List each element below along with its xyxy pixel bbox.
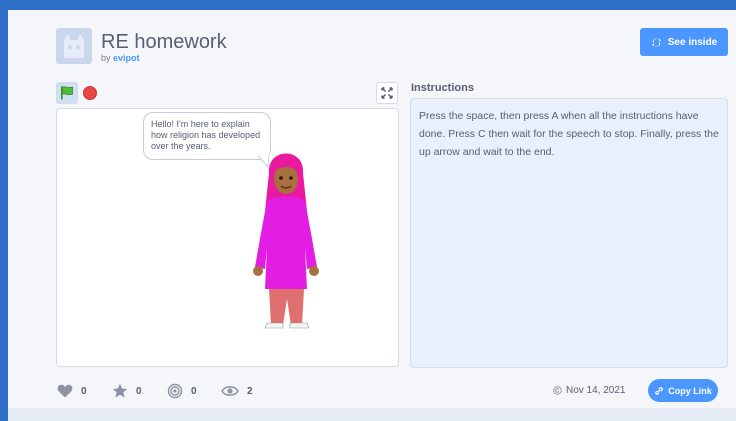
stop-button[interactable] xyxy=(83,86,97,100)
copy-link-button[interactable]: Copy Link xyxy=(648,379,718,402)
views-count: 2 xyxy=(247,385,253,397)
remix-count: 0 xyxy=(191,385,197,397)
window: RE homework by evipot See inside Hello! … xyxy=(0,0,736,421)
see-inside-label: See inside xyxy=(667,36,718,48)
copyright-icon xyxy=(553,386,562,395)
project-thumbnail-icon xyxy=(56,28,92,64)
love-stat[interactable]: 0 xyxy=(57,384,87,398)
remix-stat: 0 xyxy=(167,383,197,399)
remix-icon xyxy=(167,383,183,399)
fullscreen-button[interactable] xyxy=(376,82,398,104)
project-byline: by evipot xyxy=(101,53,140,63)
love-count: 0 xyxy=(81,385,87,397)
project-stage[interactable]: Hello! I'm here to explain how religion … xyxy=(56,108,399,367)
link-icon xyxy=(655,386,664,395)
date-text: Nov 14, 2021 xyxy=(566,385,626,396)
eye-icon xyxy=(221,386,239,396)
copy-link-label: Copy Link xyxy=(668,385,712,396)
green-flag-icon xyxy=(61,86,73,100)
window-left-border xyxy=(0,10,8,421)
favorite-stat[interactable]: 0 xyxy=(112,383,142,398)
instructions-text: Press the space, then press A when all t… xyxy=(410,98,728,368)
see-inside-icon xyxy=(651,37,661,47)
page-bottom-strip xyxy=(8,408,736,421)
favorite-count: 0 xyxy=(136,385,142,397)
window-top-border xyxy=(0,0,736,10)
fullscreen-icon xyxy=(381,87,393,99)
views-stat: 2 xyxy=(221,384,253,398)
author-link[interactable]: evipot xyxy=(113,53,140,63)
byline-prefix: by xyxy=(101,53,111,63)
project-date: Nov 14, 2021 xyxy=(553,385,626,396)
heart-icon xyxy=(57,384,73,398)
green-flag-button[interactable] xyxy=(56,82,78,104)
instructions-heading: Instructions xyxy=(411,82,474,94)
see-inside-button[interactable]: See inside xyxy=(640,28,728,56)
project-title: RE homework xyxy=(101,31,227,53)
star-icon xyxy=(112,383,128,398)
character-sprite xyxy=(253,153,319,329)
